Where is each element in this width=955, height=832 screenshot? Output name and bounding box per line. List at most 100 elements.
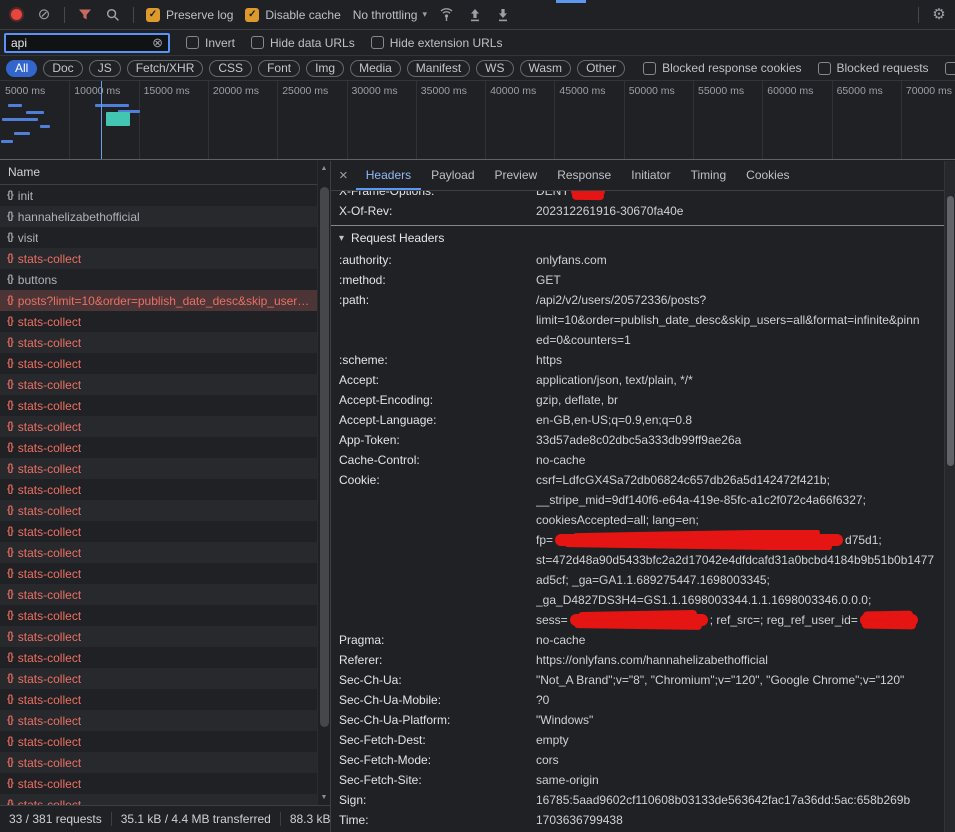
request-headers-section[interactable]: ▾Request Headers	[331, 225, 944, 250]
hide-extension-urls-checkbox[interactable]: Hide extension URLs	[371, 36, 503, 50]
filter-checkbox-blocked-requests[interactable]: Blocked requests	[818, 61, 929, 75]
request-row[interactable]: {}stats-collect	[0, 710, 317, 731]
filter-checkbox-blocked-response-cookies[interactable]: Blocked response cookies	[643, 61, 801, 75]
name-column-header[interactable]: Name	[0, 161, 317, 185]
requests-scrollbar[interactable]: ▲ ▼	[317, 161, 330, 805]
request-row[interactable]: {}stats-collect	[0, 542, 317, 563]
scrollbar-thumb[interactable]	[320, 187, 329, 727]
request-row[interactable]: {}stats-collect	[0, 605, 317, 626]
checkbox-unchecked-icon	[945, 62, 955, 75]
tab-payload[interactable]: Payload	[421, 161, 484, 190]
tab-initiator[interactable]: Initiator	[621, 161, 680, 190]
filter-toggle-button[interactable]	[77, 5, 93, 25]
redaction-scribble	[571, 191, 605, 197]
request-row[interactable]: {}stats-collect	[0, 584, 317, 605]
preserve-log-checkbox[interactable]: ✓ Preserve log	[146, 8, 233, 22]
request-row[interactable]: {}stats-collect	[0, 374, 317, 395]
export-har-button[interactable]	[495, 5, 511, 25]
tab-timing[interactable]: Timing	[681, 161, 737, 190]
details-scrollbar[interactable]	[944, 161, 955, 832]
request-row[interactable]: {}stats-collect	[0, 563, 317, 584]
header-value-line: 1703636799438	[536, 810, 944, 830]
request-row[interactable]: {}stats-collect	[0, 479, 317, 500]
network-filter-bar: ⊗ Invert Hide data URLs Hide extension U…	[0, 30, 955, 56]
record-button[interactable]	[8, 5, 24, 25]
filter-chip-doc[interactable]: Doc	[43, 60, 82, 77]
request-name: stats-collect	[18, 315, 81, 329]
network-conditions-icon	[439, 8, 454, 22]
request-row[interactable]: {}stats-collect	[0, 458, 317, 479]
request-row[interactable]: {}stats-collect	[0, 311, 317, 332]
request-row[interactable]: {} stats-collect	[0, 752, 317, 773]
redaction-scribble	[860, 614, 918, 626]
filter-chip-other[interactable]: Other	[577, 60, 625, 77]
filter-chip-js[interactable]: JS	[89, 60, 121, 77]
request-row[interactable]: {}stats-collect	[0, 689, 317, 710]
network-overview-timeline[interactable]: 5000 ms10000 ms15000 ms20000 ms25000 ms3…	[0, 81, 955, 160]
tab-preview[interactable]: Preview	[485, 161, 548, 190]
filter-chip-css[interactable]: CSS	[209, 60, 252, 77]
filter-chip-all[interactable]: All	[6, 60, 37, 77]
scrollbar-thumb[interactable]	[947, 196, 954, 466]
scroll-up-icon[interactable]: ▲	[318, 165, 330, 172]
waterfall-bar	[8, 104, 22, 107]
json-braces-icon: {}	[7, 757, 13, 768]
close-details-icon[interactable]: ×	[339, 167, 348, 184]
request-row[interactable]: {}stats-collect	[0, 731, 317, 752]
request-name: stats-collect	[18, 672, 81, 686]
request-row[interactable]: {}stats-collect	[0, 332, 317, 353]
json-braces-icon: {}	[7, 379, 13, 390]
request-row[interactable]: {}stats-collect	[0, 248, 317, 269]
network-conditions-button[interactable]	[439, 5, 455, 25]
request-row[interactable]: {}stats-collect	[0, 416, 317, 437]
filter-chip-ws[interactable]: WS	[476, 60, 513, 77]
request-row[interactable]: {}init	[0, 185, 317, 206]
tab-headers[interactable]: Headers	[356, 161, 421, 190]
request-row[interactable]: {}stats-collect	[0, 437, 317, 458]
request-row[interactable]: {}visit	[0, 227, 317, 248]
scroll-down-icon[interactable]: ▼	[318, 794, 330, 801]
disable-cache-checkbox[interactable]: ✓ Disable cache	[245, 8, 340, 22]
json-braces-icon: {}	[7, 463, 13, 474]
request-name: hannahelizabethofficial	[18, 210, 140, 224]
import-har-button[interactable]	[467, 5, 483, 25]
filter-input[interactable]	[11, 36, 152, 50]
request-row[interactable]: {}buttons	[0, 269, 317, 290]
hide-data-urls-checkbox[interactable]: Hide data URLs	[251, 36, 355, 50]
filter-chip-font[interactable]: Font	[258, 60, 300, 77]
details-tabbar: × HeadersPayloadPreviewResponseInitiator…	[331, 161, 955, 191]
settings-gear-icon[interactable]: ⚙	[931, 5, 947, 25]
request-row[interactable]: {}stats-collect	[0, 395, 317, 416]
tab-cookies[interactable]: Cookies	[736, 161, 799, 190]
header-value-line: empty	[536, 730, 944, 750]
json-braces-icon: {}	[7, 652, 13, 663]
request-row[interactable]: {}stats-collect	[0, 647, 317, 668]
request-row[interactable]: {}hannahelizabethofficial	[0, 206, 317, 227]
filter-chip-media[interactable]: Media	[350, 60, 401, 77]
request-row[interactable]: {}stats-collect	[0, 773, 317, 794]
filter-chip-fetch-xhr[interactable]: Fetch/XHR	[127, 60, 204, 77]
filter-checkbox-3rd-party-requests[interactable]: 3rd-party requests	[945, 61, 955, 75]
request-row[interactable]: {}posts?limit=10&order=publish_date_desc…	[0, 290, 317, 311]
request-row[interactable]: {}stats-collect	[0, 521, 317, 542]
request-name: stats-collect	[18, 756, 81, 770]
header-value-line: limit=10&order=publish_date_desc&skip_us…	[536, 310, 944, 330]
header-row: Sec-Fetch-Dest:empty	[331, 730, 944, 750]
request-row[interactable]: {}stats-collect	[0, 353, 317, 374]
request-row[interactable]: {}stats-collect	[0, 626, 317, 647]
request-row[interactable]: {}stats-collect	[0, 794, 317, 805]
clear-filter-icon[interactable]: ⊗	[152, 36, 163, 49]
invert-checkbox[interactable]: Invert	[186, 36, 235, 50]
filter-chip-wasm[interactable]: Wasm	[520, 60, 572, 77]
search-button[interactable]	[105, 5, 121, 25]
header-value-line: fp=d75d1;	[536, 530, 944, 550]
throttling-select[interactable]: No throttling ▾	[353, 8, 427, 22]
tab-response[interactable]: Response	[547, 161, 621, 190]
header-value: ?0	[536, 690, 944, 710]
timeline-tick-label: 65000 ms	[837, 85, 883, 97]
request-row[interactable]: {}stats-collect	[0, 500, 317, 521]
clear-requests-button[interactable]: ⊘	[36, 5, 52, 25]
request-row[interactable]: {}stats-collect	[0, 668, 317, 689]
filter-chip-img[interactable]: Img	[306, 60, 344, 77]
filter-chip-manifest[interactable]: Manifest	[407, 60, 470, 77]
